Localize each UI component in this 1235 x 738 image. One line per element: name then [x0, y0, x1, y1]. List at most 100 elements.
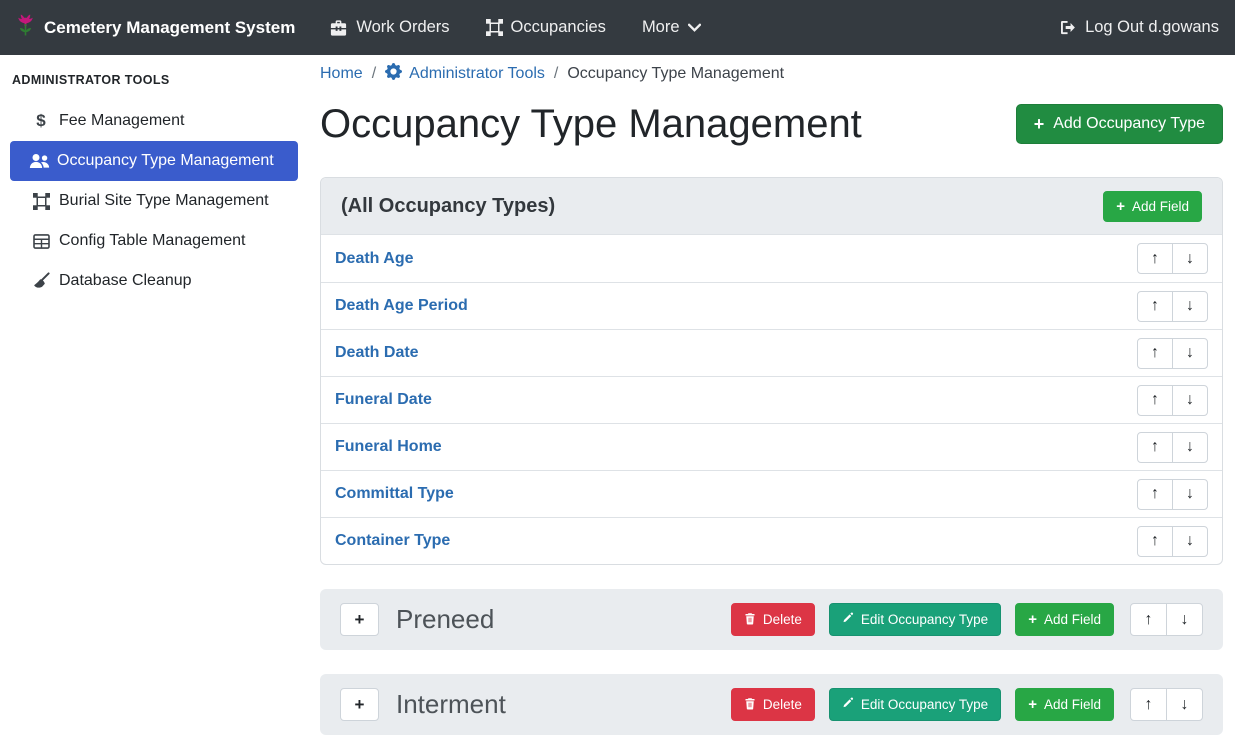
reorder-button-group: ↑ ↓: [1137, 243, 1208, 274]
field-link-funeral-home[interactable]: Funeral Home: [335, 438, 442, 456]
plus-icon: +: [1116, 199, 1125, 214]
sidebar-item-occupancy-type-management[interactable]: Occupancy Type Management: [10, 141, 298, 181]
breadcrumb-home-link[interactable]: Home: [320, 65, 363, 83]
nav-item-label: More: [642, 18, 680, 37]
nav-item-work-orders[interactable]: Work Orders: [329, 18, 449, 37]
button-label: Delete: [763, 697, 802, 712]
field-link-committal-type[interactable]: Committal Type: [335, 485, 454, 503]
move-up-button[interactable]: ↑: [1137, 338, 1173, 369]
move-up-button[interactable]: ↑: [1137, 243, 1173, 274]
button-label: Edit Occupancy Type: [861, 612, 988, 627]
field-row: Death Age ↑ ↓: [321, 235, 1222, 282]
sidebar-item-label: Fee Management: [59, 112, 184, 130]
sidebar-item-database-cleanup[interactable]: Database Cleanup: [0, 261, 300, 301]
breadcrumb-label: Home: [320, 65, 363, 83]
nav-item-more[interactable]: More: [642, 18, 701, 37]
plus-icon: +: [1028, 697, 1037, 712]
occupancy-type-section-interment: + Interment Delete: [320, 674, 1223, 735]
move-up-button[interactable]: ↑: [1130, 688, 1167, 721]
move-up-button[interactable]: ↑: [1137, 526, 1173, 557]
reorder-button-group: ↑ ↓: [1130, 688, 1203, 721]
move-down-button[interactable]: ↓: [1172, 243, 1208, 274]
reorder-button-group: ↑ ↓: [1137, 432, 1208, 463]
gear-icon: [385, 63, 402, 85]
button-label: Add Field: [1044, 697, 1101, 712]
sidebar-item-config-table-management[interactable]: Config Table Management: [0, 221, 300, 261]
pencil-icon: [842, 697, 854, 712]
breadcrumb-separator: /: [554, 65, 558, 83]
move-up-button[interactable]: ↑: [1130, 603, 1167, 636]
app-brand[interactable]: Cemetery Management System: [16, 13, 295, 42]
table-icon: [30, 234, 52, 249]
dollar-icon: $: [30, 111, 52, 131]
navbar-links: Work Orders Occupancies More: [329, 18, 700, 37]
edit-occupancy-type-button[interactable]: Edit Occupancy Type: [829, 603, 1001, 636]
add-field-button[interactable]: + Add Field: [1103, 191, 1202, 222]
expand-section-button[interactable]: +: [340, 688, 379, 721]
plus-icon: +: [1028, 612, 1037, 627]
field-row: Death Date ↑ ↓: [321, 329, 1222, 376]
breadcrumb-separator: /: [372, 65, 376, 83]
reorder-button-group: ↑ ↓: [1130, 603, 1203, 636]
delete-button[interactable]: Delete: [731, 603, 815, 636]
chevron-down-icon: [688, 23, 701, 32]
breadcrumb-label: Administrator Tools: [409, 65, 545, 83]
field-row: Committal Type ↑ ↓: [321, 470, 1222, 517]
nav-item-label: Occupancies: [511, 18, 606, 37]
move-up-button[interactable]: ↑: [1137, 432, 1173, 463]
reorder-button-group: ↑ ↓: [1137, 291, 1208, 322]
move-down-button[interactable]: ↓: [1172, 479, 1208, 510]
pencil-icon: [842, 612, 854, 627]
move-up-button[interactable]: ↑: [1137, 291, 1173, 322]
reorder-button-group: ↑ ↓: [1137, 385, 1208, 416]
sidebar-item-label: Occupancy Type Management: [57, 152, 274, 170]
move-down-button[interactable]: ↓: [1172, 385, 1208, 416]
button-label: Edit Occupancy Type: [861, 697, 988, 712]
field-row: Container Type ↑ ↓: [321, 517, 1222, 564]
delete-button[interactable]: Delete: [731, 688, 815, 721]
edit-occupancy-type-button[interactable]: Edit Occupancy Type: [829, 688, 1001, 721]
move-down-button[interactable]: ↓: [1172, 291, 1208, 322]
breadcrumb: Home / Administrator Tools / Occupancy T…: [320, 63, 1223, 85]
expand-section-button[interactable]: +: [340, 603, 379, 636]
page-title: Occupancy Type Management: [320, 101, 862, 147]
add-field-button[interactable]: + Add Field: [1015, 688, 1114, 721]
section-title: Preneed: [396, 604, 494, 635]
field-link-death-date[interactable]: Death Date: [335, 344, 419, 362]
move-down-button[interactable]: ↓: [1172, 526, 1208, 557]
breadcrumb-admin-tools-link[interactable]: Administrator Tools: [385, 63, 545, 85]
sidebar-item-fee-management[interactable]: $ Fee Management: [0, 101, 300, 141]
add-occupancy-type-button[interactable]: + Add Occupancy Type: [1016, 104, 1223, 144]
broom-icon: [30, 272, 52, 290]
logout-icon: [1060, 20, 1077, 35]
button-label: Add Field: [1044, 612, 1101, 627]
nav-item-occupancies[interactable]: Occupancies: [486, 18, 606, 37]
flower-logo-icon: [16, 13, 35, 42]
logout-link[interactable]: Log Out d.gowans: [1060, 18, 1219, 37]
move-down-button[interactable]: ↓: [1166, 603, 1203, 636]
navbar-right: Log Out d.gowans: [1060, 18, 1219, 37]
sidebar-item-burial-site-type-management[interactable]: Burial Site Type Management: [0, 181, 300, 221]
breadcrumb-current: Occupancy Type Management: [567, 65, 784, 83]
card-title: (All Occupancy Types): [341, 195, 555, 218]
vector-square-icon: [30, 193, 52, 210]
sidebar-item-label: Config Table Management: [59, 232, 246, 250]
move-down-button[interactable]: ↓: [1172, 432, 1208, 463]
field-link-container-type[interactable]: Container Type: [335, 532, 450, 550]
move-down-button[interactable]: ↓: [1166, 688, 1203, 721]
trash-icon: [744, 697, 756, 713]
field-link-funeral-date[interactable]: Funeral Date: [335, 391, 432, 409]
field-link-death-age[interactable]: Death Age: [335, 250, 414, 268]
button-label: Add Occupancy Type: [1053, 115, 1205, 133]
section-actions: Delete Edit Occupancy Type + Add Field ↑: [731, 603, 1203, 636]
field-row: Funeral Home ↑ ↓: [321, 423, 1222, 470]
main-content: Home / Administrator Tools / Occupancy T…: [300, 55, 1235, 738]
field-link-death-age-period[interactable]: Death Age Period: [335, 297, 468, 315]
sidebar: ADMINISTRATOR TOOLS $ Fee Management Occ…: [0, 55, 300, 738]
button-label: Delete: [763, 612, 802, 627]
all-occupancy-types-card: (All Occupancy Types) + Add Field Death …: [320, 177, 1223, 565]
move-up-button[interactable]: ↑: [1137, 385, 1173, 416]
move-up-button[interactable]: ↑: [1137, 479, 1173, 510]
add-field-button[interactable]: + Add Field: [1015, 603, 1114, 636]
move-down-button[interactable]: ↓: [1172, 338, 1208, 369]
